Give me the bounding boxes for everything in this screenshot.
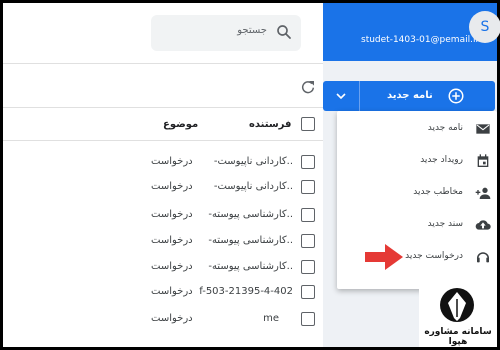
site-logo: سامانه مشاوره هپوا <box>419 287 497 347</box>
row-subject: درخواست <box>151 313 193 324</box>
header-divider-top <box>3 107 323 108</box>
mail-list-pane: جستجو فرستنده موضوع -کاردانی ناپیوست.. د… <box>3 3 323 347</box>
row-checkbox[interactable] <box>301 180 315 194</box>
search-icon[interactable] <box>275 23 293 41</box>
table-row[interactable]: me درخواست <box>3 305 323 335</box>
add-contact-icon <box>475 187 491 199</box>
row-checkbox[interactable] <box>301 155 315 169</box>
menu-item-new-event[interactable]: رویداد جدید <box>337 147 497 175</box>
menu-item-label: نامه جدید <box>427 123 463 133</box>
row-sender: -کاردانی ناپیوست.. <box>213 156 293 167</box>
menu-item-label: درخواست جدید <box>405 251 463 261</box>
column-header-sender[interactable]: فرستنده <box>249 119 291 130</box>
row-sender: -کاردانی ناپیوست.. <box>213 181 293 192</box>
toolbar-divider <box>3 63 323 64</box>
avatar[interactable]: S <box>469 11 500 43</box>
logo-text: سامانه مشاوره هپوا <box>424 327 492 347</box>
mail-icon <box>476 124 490 134</box>
chevron-down-icon[interactable] <box>333 89 349 103</box>
account-email: studet-1403-01@pemail.ir <box>361 35 480 45</box>
table-row[interactable]: f-503-21395-4-402 درخواست <box>3 278 323 308</box>
menu-item-new-request[interactable]: درخواست جدید <box>337 243 497 271</box>
row-subject: درخواست <box>151 261 193 272</box>
row-subject: درخواست <box>151 209 193 220</box>
row-checkbox[interactable] <box>301 208 315 222</box>
row-checkbox[interactable] <box>301 312 315 326</box>
menu-item-new-mail[interactable]: نامه جدید <box>337 115 497 143</box>
pointer-arrow-icon <box>365 244 403 270</box>
menu-item-new-document[interactable]: سند جدید <box>337 211 497 239</box>
row-subject: درخواست <box>151 286 193 297</box>
row-subject: درخواست <box>151 156 193 167</box>
row-sender: -کارشناسی پیوسته.. <box>208 235 293 246</box>
compose-button[interactable]: نامه جدید <box>323 81 495 111</box>
row-subject: درخواست <box>151 235 193 246</box>
compose-dropdown-menu: نامه جدید رویداد جدید مخاطب جدید سند جدی… <box>337 111 497 289</box>
row-checkbox[interactable] <box>301 285 315 299</box>
search-input[interactable]: جستجو <box>237 25 267 36</box>
pen-nib-logo-icon <box>440 288 474 322</box>
header-divider-bottom <box>3 140 323 141</box>
refresh-icon[interactable] <box>300 79 316 95</box>
column-header-subject[interactable]: موضوع <box>163 119 198 130</box>
compose-label: نامه جدید <box>387 90 433 101</box>
row-sender: f-503-21395-4-402 <box>199 286 293 297</box>
row-subject: درخواست <box>151 181 193 192</box>
account-header: studet-1403-01@pemail.ir S <box>323 3 500 61</box>
search-box[interactable]: جستجو <box>151 15 301 51</box>
row-checkbox[interactable] <box>301 234 315 248</box>
menu-item-label: رویداد جدید <box>420 155 463 165</box>
row-sender: -کارشناسی پیوسته.. <box>208 261 293 272</box>
row-checkbox[interactable] <box>301 260 315 274</box>
menu-item-label: مخاطب جدید <box>413 187 463 197</box>
table-row[interactable]: -کاردانی ناپیوست.. درخواست <box>3 173 323 203</box>
menu-item-new-contact[interactable]: مخاطب جدید <box>337 179 497 207</box>
support-icon <box>476 252 490 263</box>
calendar-icon <box>477 154 489 167</box>
plus-circle-icon <box>448 88 464 104</box>
compose-split-divider <box>359 81 360 111</box>
row-sender: -کارشناسی پیوسته.. <box>208 209 293 220</box>
row-sender: me <box>263 313 279 324</box>
select-all-checkbox[interactable] <box>301 117 315 131</box>
menu-item-label: سند جدید <box>427 219 463 229</box>
upload-icon <box>475 220 491 230</box>
screenshot-frame: جستجو فرستنده موضوع -کاردانی ناپیوست.. د… <box>0 0 500 350</box>
